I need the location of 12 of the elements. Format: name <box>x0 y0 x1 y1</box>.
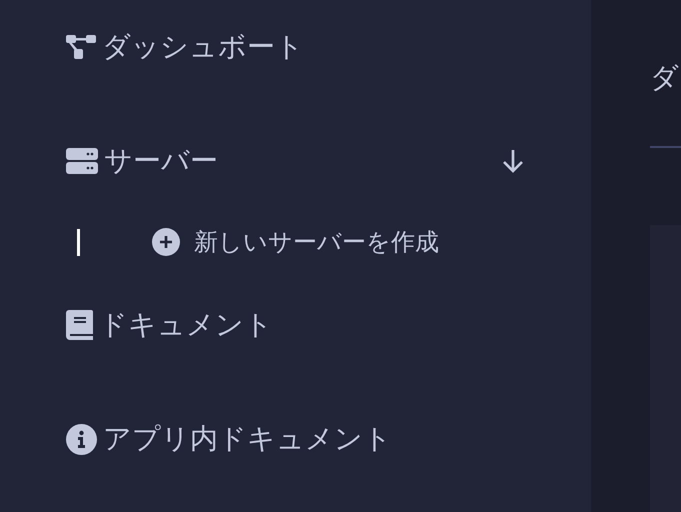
info-icon <box>66 424 97 454</box>
sidebar-item[interactable]: サーバー <box>66 142 218 180</box>
page-title: ダ <box>650 60 680 96</box>
network-icon <box>66 34 96 60</box>
sidebar-subitem[interactable]: 新しいサーバーを作成 <box>152 226 439 258</box>
sidebar-item[interactable]: アプリ内ドキュメント <box>66 420 392 458</box>
add-icon <box>152 228 180 256</box>
arrow-down-icon[interactable] <box>500 148 526 174</box>
sidebar-item[interactable]: ダッシュボート <box>66 28 304 66</box>
server-icon <box>66 147 98 175</box>
sidebar-item[interactable]: ドキュメント <box>66 306 273 344</box>
book-icon <box>66 310 93 340</box>
